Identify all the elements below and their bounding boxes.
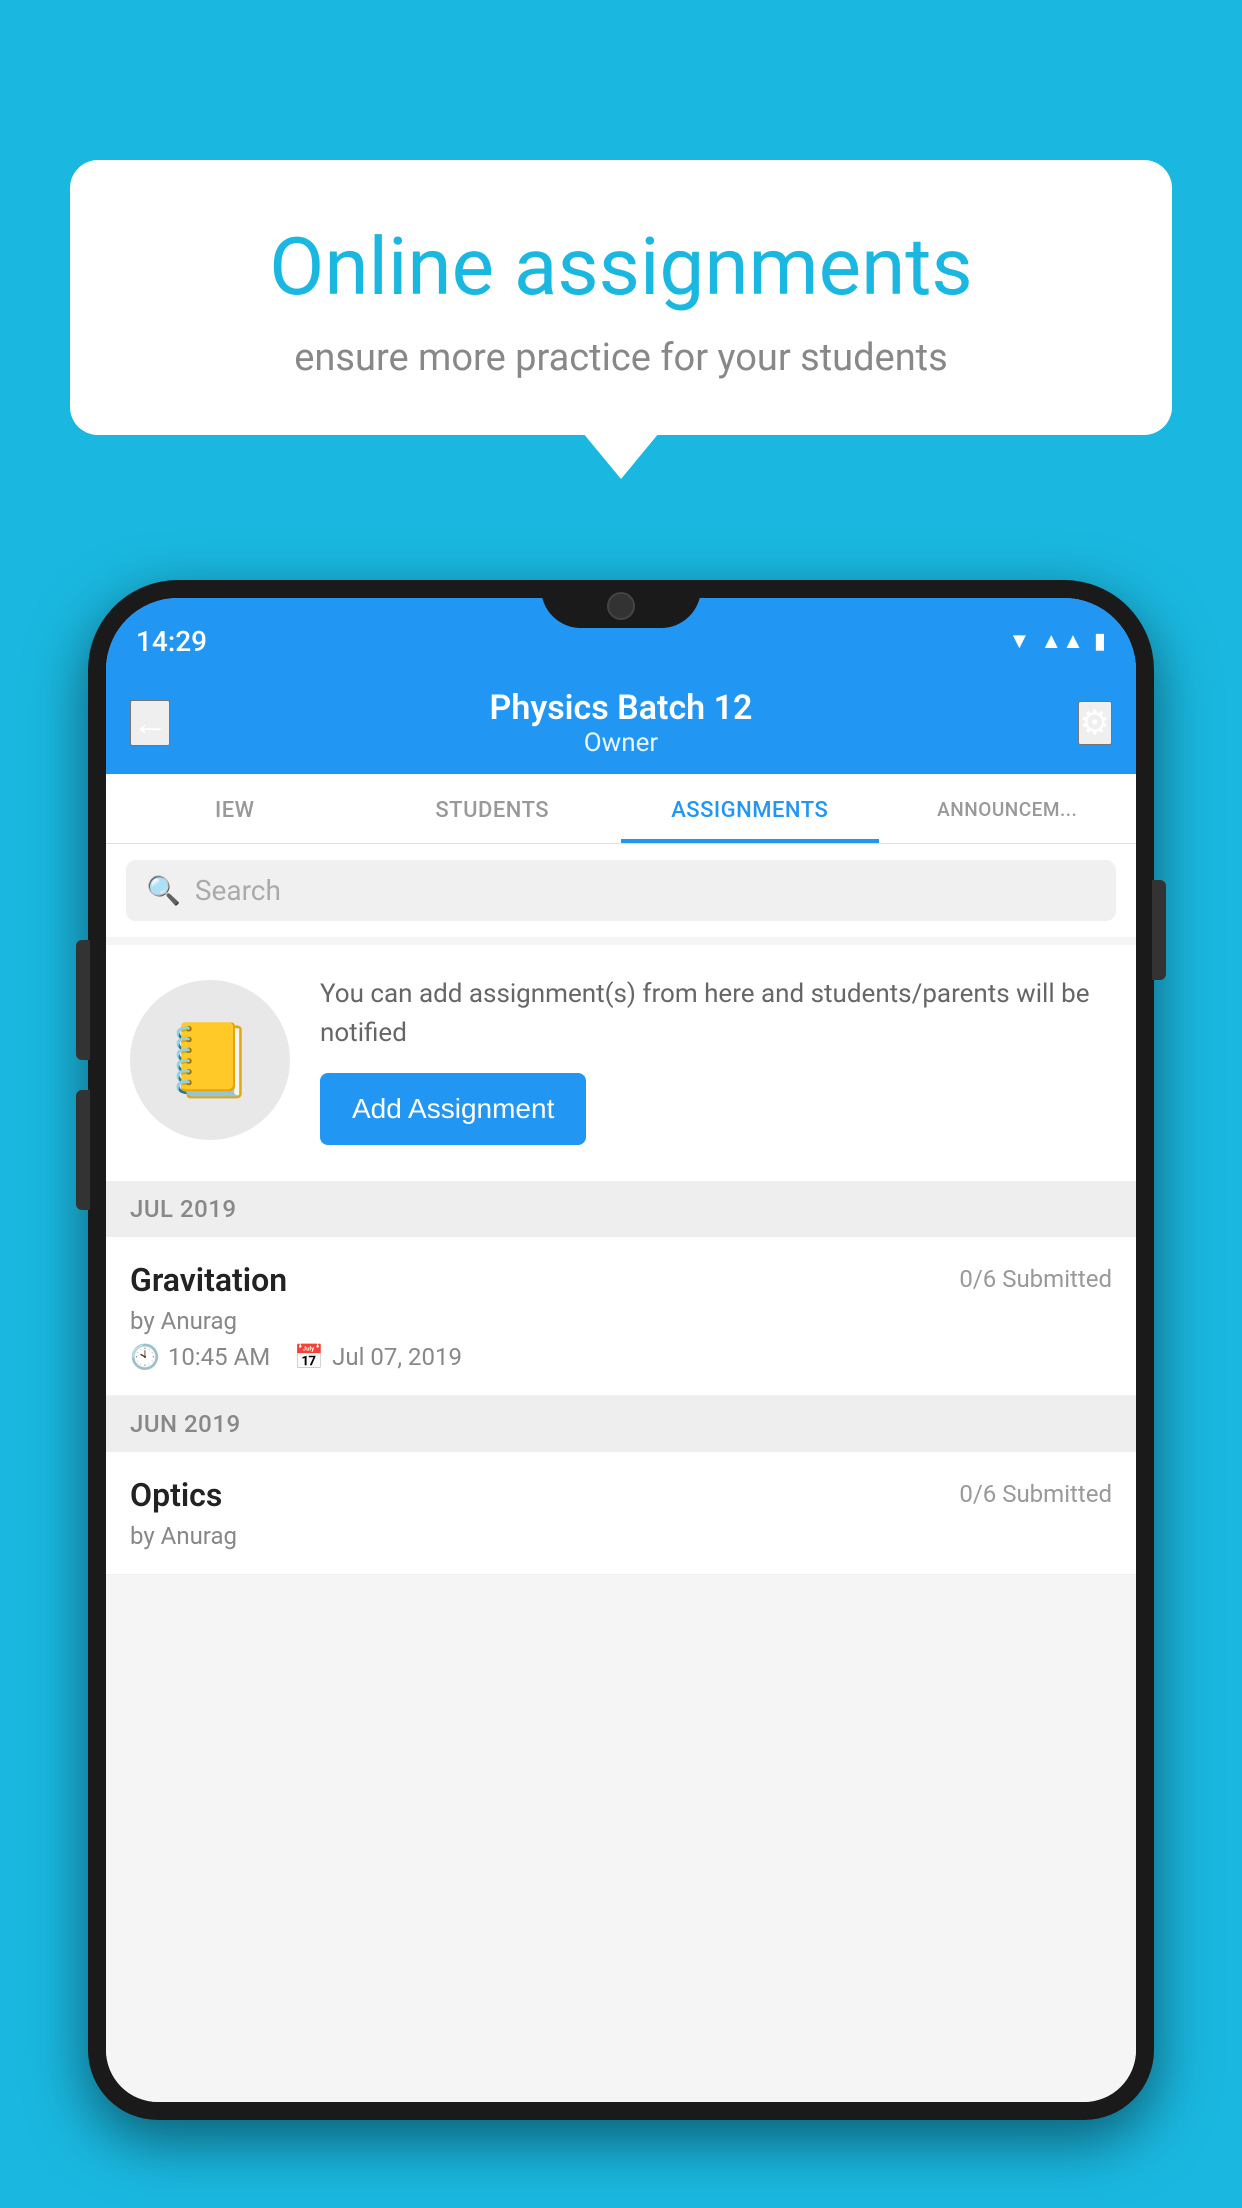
settings-button[interactable]: ⚙ bbox=[1078, 701, 1112, 745]
speech-bubble-area: Online assignments ensure more practice … bbox=[70, 160, 1172, 435]
submitted-count-gravitation: 0/6 Submitted bbox=[959, 1265, 1112, 1293]
add-assignment-button[interactable]: Add Assignment bbox=[320, 1073, 586, 1145]
phone-screen: 14:29 ▼ ▲▲ ▮ ← Physics Batch 12 Owner ⚙ bbox=[106, 598, 1136, 2102]
assignment-icon-circle: 📒 bbox=[130, 980, 290, 1140]
notebook-icon: 📒 bbox=[165, 1018, 255, 1103]
status-icons: ▼ ▲▲ ▮ bbox=[1009, 628, 1106, 654]
speech-bubble-subtitle: ensure more practice for your students bbox=[140, 336, 1102, 380]
batch-name: Physics Batch 12 bbox=[490, 688, 753, 728]
front-camera bbox=[607, 592, 635, 620]
clock-icon: 🕙 bbox=[130, 1343, 160, 1371]
volume-down-button bbox=[76, 1090, 90, 1210]
back-button[interactable]: ← bbox=[130, 700, 170, 746]
power-button bbox=[1152, 880, 1166, 980]
batch-role: Owner bbox=[584, 728, 658, 758]
add-assignment-section: 📒 You can add assignment(s) from here an… bbox=[106, 945, 1136, 1181]
assignment-date-gravitation: 📅 Jul 07, 2019 bbox=[294, 1343, 462, 1371]
assignment-item-gravitation[interactable]: Gravitation 0/6 Submitted by Anurag 🕙 10… bbox=[106, 1237, 1136, 1396]
assignment-name-gravitation: Gravitation bbox=[130, 1261, 287, 1299]
search-bar-wrap: 🔍 Search bbox=[106, 844, 1136, 937]
status-time: 14:29 bbox=[136, 625, 207, 658]
speech-bubble: Online assignments ensure more practice … bbox=[70, 160, 1172, 435]
assignment-name-optics: Optics bbox=[130, 1476, 222, 1514]
tab-iew[interactable]: IEW bbox=[106, 774, 364, 843]
tab-assignments-label: ASSIGNMENTS bbox=[671, 798, 828, 823]
tab-announcements[interactable]: ANNOUNCEM... bbox=[879, 774, 1137, 843]
phone-container: 14:29 ▼ ▲▲ ▮ ← Physics Batch 12 Owner ⚙ bbox=[88, 580, 1154, 2208]
date-value-gravitation: Jul 07, 2019 bbox=[332, 1343, 462, 1371]
assignment-author-gravitation: by Anurag bbox=[130, 1307, 1112, 1335]
assignment-top-gravitation: Gravitation 0/6 Submitted bbox=[130, 1261, 1112, 1299]
wifi-icon: ▼ bbox=[1009, 628, 1031, 654]
search-bar[interactable]: 🔍 Search bbox=[126, 860, 1116, 921]
speech-bubble-title: Online assignments bbox=[140, 220, 1102, 314]
volume-up-button bbox=[76, 940, 90, 1060]
app-header-content: ← Physics Batch 12 Owner ⚙ bbox=[106, 670, 1136, 774]
tab-assignments[interactable]: ASSIGNMENTS bbox=[621, 774, 879, 843]
time-value-gravitation: 10:45 AM bbox=[168, 1343, 270, 1371]
tab-iew-label: IEW bbox=[215, 798, 255, 823]
submitted-count-optics: 0/6 Submitted bbox=[959, 1480, 1112, 1508]
assignment-author-optics: by Anurag bbox=[130, 1522, 1112, 1550]
battery-icon: ▮ bbox=[1094, 629, 1106, 654]
section-jul-label: JUL 2019 bbox=[130, 1195, 237, 1223]
tab-students[interactable]: STUDENTS bbox=[364, 774, 622, 843]
assignment-time-gravitation: 🕙 10:45 AM bbox=[130, 1343, 270, 1371]
search-icon: 🔍 bbox=[146, 874, 181, 907]
add-assignment-right: You can add assignment(s) from here and … bbox=[320, 975, 1112, 1145]
search-placeholder: Search bbox=[195, 874, 281, 907]
signal-icon: ▲▲ bbox=[1040, 628, 1084, 654]
header-title: Physics Batch 12 Owner bbox=[490, 688, 753, 758]
phone-notch bbox=[541, 580, 701, 628]
assignment-meta-row-gravitation: 🕙 10:45 AM 📅 Jul 07, 2019 bbox=[130, 1343, 1112, 1371]
tabs-bar: IEW STUDENTS ASSIGNMENTS ANNOUNCEM... bbox=[106, 774, 1136, 844]
add-assignment-description: You can add assignment(s) from here and … bbox=[320, 975, 1112, 1053]
tab-students-label: STUDENTS bbox=[435, 798, 549, 823]
screen-content: 🔍 Search 📒 You can add assignment(s) fro… bbox=[106, 844, 1136, 2102]
tab-announcements-label: ANNOUNCEM... bbox=[937, 798, 1077, 821]
phone-outer: 14:29 ▼ ▲▲ ▮ ← Physics Batch 12 Owner ⚙ bbox=[88, 580, 1154, 2120]
calendar-icon: 📅 bbox=[294, 1343, 324, 1371]
section-header-jul: JUL 2019 bbox=[106, 1181, 1136, 1237]
section-header-jun: JUN 2019 bbox=[106, 1396, 1136, 1452]
assignment-item-optics[interactable]: Optics 0/6 Submitted by Anurag bbox=[106, 1452, 1136, 1575]
section-jun-label: JUN 2019 bbox=[130, 1410, 241, 1438]
assignment-top-optics: Optics 0/6 Submitted bbox=[130, 1476, 1112, 1514]
